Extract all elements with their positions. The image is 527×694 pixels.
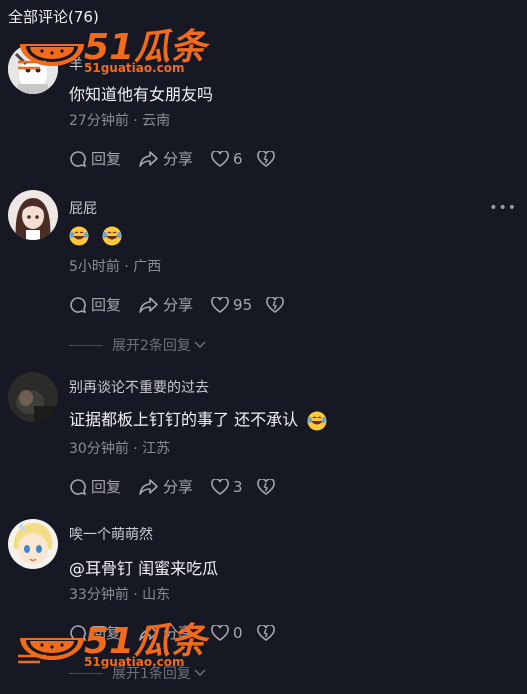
comment-text: 你知道他有女朋友吗 [69,85,214,104]
share-button[interactable]: 分享 [139,476,193,497]
reply-icon [70,478,87,495]
watermark-url: 51guatiao.com [84,61,185,75]
broken-heart-icon [256,478,275,495]
heart-icon [211,150,229,167]
comment-meta: 33分钟前 · 山东 [69,587,171,603]
like-button[interactable]: 6 [211,150,243,168]
comment-username[interactable]: 别再谈论不重要的过去 [69,377,209,397]
reply-label: 回复 [91,478,122,496]
share-button[interactable]: 分享 [139,148,193,169]
dislike-button[interactable] [256,624,279,641]
reply-button[interactable]: 回复 [69,148,121,169]
watermark-url: 51guatiao.com [84,655,185,669]
reply-label: 回复 [91,150,122,168]
like-count: 95 [233,295,253,314]
share-label: 分享 [163,478,194,496]
share-label: 分享 [163,296,194,314]
comment-text: 证据都板上钉钉的事了 还不承认 [69,406,335,431]
broken-heart-icon [266,296,285,313]
comment-meta: 30分钟前 · 江苏 [69,441,171,457]
dislike-button[interactable] [266,296,288,313]
share-icon [139,478,158,495]
like-count: 0 [233,623,243,642]
share-icon [139,296,158,313]
broken-heart-icon [256,624,275,641]
reply-icon [70,150,87,167]
comment-actions: 回复 分享 6 [69,148,297,169]
like-button[interactable]: 3 [211,478,243,496]
comment-actions: 回复 分享 95 [69,294,306,315]
comment-actions: 回复 分享 3 [69,476,297,497]
share-label: 分享 [163,150,194,168]
watermelon-icon [18,638,84,664]
comment-username[interactable]: 唉一个萌萌然 [69,524,153,544]
expand-replies-button[interactable]: 展开2条回复 [69,335,207,355]
avatar[interactable] [8,372,58,422]
comment-meta: 5小时前 · 广西 [69,259,162,275]
more-options-icon[interactable]: ••• [489,200,517,216]
share-icon [139,150,158,167]
divider [69,344,103,346]
reply-icon [70,296,87,313]
dislike-button[interactable] [256,478,279,495]
like-count: 3 [233,477,243,496]
share-button[interactable]: 分享 [139,294,193,315]
comment-text-body: 证据都板上钉钉的事了 还不承认 [69,410,299,429]
dislike-button[interactable] [256,150,279,167]
comment-emojis [69,225,130,246]
reply-button[interactable]: 回复 [69,476,121,497]
like-button[interactable]: 0 [211,624,243,642]
reply-label: 回复 [91,296,122,314]
reply-button[interactable]: 回复 [69,294,121,315]
broken-heart-icon [256,150,275,167]
heart-icon [211,624,229,641]
avatar[interactable] [8,190,58,240]
heart-icon [211,478,229,495]
grinning-tears-emoji [307,411,327,430]
grinning-tears-emoji [69,226,89,245]
chevron-down-icon [194,341,206,349]
comment-username[interactable]: 屁屁 [69,198,97,218]
grinning-tears-emoji [102,226,122,245]
comment-text: @耳骨钉 闺蜜来吃瓜 [69,559,219,578]
expand-replies-label: 展开2条回复 [112,338,191,354]
like-count: 6 [233,149,243,168]
heart-icon [211,296,229,313]
comment-meta: 27分钟前 · 云南 [69,113,171,129]
like-button[interactable]: 95 [211,296,252,314]
watermelon-icon [18,44,84,70]
watermark-logo: 51瓜条 51guatiao.com [16,18,206,76]
watermark-logo: 51瓜条 51guatiao.com [16,612,206,670]
avatar[interactable] [8,519,58,569]
divider [69,672,103,674]
